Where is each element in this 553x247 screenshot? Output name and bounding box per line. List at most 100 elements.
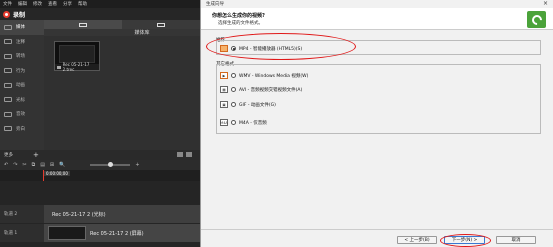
record-label: 录制 <box>13 11 26 19</box>
cut-icon[interactable]: ✂ <box>22 162 26 168</box>
playhead-time: 0:00:00;00 <box>44 171 70 176</box>
paste-icon[interactable]: ▤ <box>40 162 45 168</box>
avi-icon: ▦ <box>220 86 228 93</box>
more-button[interactable]: 更多 <box>4 152 13 158</box>
radio-avi[interactable] <box>231 87 236 92</box>
option-m4a-label: M4A - 仅音频 <box>239 120 267 126</box>
camtasia-editor: 文件 编辑 修改 查看 分享 帮助 录制 媒体 注释 转场 行为 动画 光标 音… <box>0 0 200 247</box>
timeline-clip-screen[interactable]: Rec 05-21-17 2 (屏幕) <box>44 224 200 242</box>
menu-view[interactable]: 查看 <box>48 1 57 7</box>
sidebar-item-animations[interactable]: 动画 <box>0 78 44 93</box>
cancel-button[interactable]: 取消 <box>496 236 536 244</box>
timeline-toolbar: ↶ ↷ ✂ ⧉ ▤ ⊞ 🔍 + <box>0 160 200 170</box>
sidebar-item-behaviors[interactable]: 行为 <box>0 64 44 79</box>
sidebar-item-cursor[interactable]: 光标 <box>0 93 44 108</box>
view-toggle <box>177 152 192 157</box>
timeline: ↶ ↷ ✂ ⧉ ▤ ⊞ 🔍 + 0:00:00;00 轨道 2 Rec 05-2… <box>0 160 200 247</box>
sidebar-item-media[interactable]: 媒体 <box>0 20 44 35</box>
menu-share[interactable]: 分享 <box>63 1 72 7</box>
gif-icon: ▣ <box>220 101 228 108</box>
clip-thumbnail <box>48 226 86 240</box>
film-icon <box>79 22 87 27</box>
wizard-header: 你想怎么生成你的视频? 选择生成的文件格式。 <box>201 8 553 30</box>
microphone-icon <box>4 126 12 132</box>
library-icon <box>157 22 165 27</box>
sidebar-item-label: 音效 <box>16 112 25 118</box>
list-view-icon[interactable] <box>186 152 192 157</box>
menu-help[interactable]: 帮助 <box>78 1 87 7</box>
option-gif[interactable]: ▣ GIF - 动画文件(G) <box>220 101 276 108</box>
audio-icon <box>4 111 12 117</box>
close-icon[interactable]: × <box>543 0 548 7</box>
clip-preview <box>59 45 95 63</box>
sidebar-item-label: 动画 <box>16 83 25 89</box>
option-m4a[interactable]: M4A M4A - 仅音频 <box>220 119 267 126</box>
add-icon[interactable]: + <box>33 151 39 159</box>
clip-label: Rec 05-21-17 2 (屏幕) <box>90 230 144 237</box>
undo-icon[interactable]: ↶ <box>4 162 8 168</box>
menu-modify[interactable]: 修改 <box>33 1 42 7</box>
copy-icon[interactable]: ⧉ <box>32 162 36 168</box>
menu-bar: 文件 编辑 修改 查看 分享 帮助 <box>0 0 200 8</box>
sidebar-item-voice[interactable]: 旁白 <box>0 122 44 137</box>
clip-name: Rec 05-21-17 2.trec <box>62 62 90 72</box>
radio-m4a[interactable] <box>231 120 236 125</box>
option-gif-label: GIF - 动画文件(G) <box>239 102 276 108</box>
record-icon <box>3 10 10 18</box>
radio-gif[interactable] <box>231 102 236 107</box>
option-avi[interactable]: ▦ AVI - 音频视频交错视频文件(A) <box>220 86 302 93</box>
media-clip-thumbnail[interactable]: Rec 05-21-17 2.trec <box>54 41 100 72</box>
sidebar-item-transitions[interactable]: 转场 <box>0 49 44 64</box>
zoom-slider-knob[interactable] <box>108 162 114 167</box>
behavior-icon <box>4 68 12 74</box>
record-button[interactable]: 录制 <box>0 8 200 20</box>
sidebar-footer: 更多 + <box>0 150 200 160</box>
split-icon[interactable]: ⊞ <box>50 162 54 168</box>
option-avi-label: AVI - 音频视频交错视频文件(A) <box>239 87 303 93</box>
sidebar-item-audio[interactable]: 音效 <box>0 107 44 122</box>
sidebar-item-label: 光标 <box>16 97 25 103</box>
zoom-in-icon[interactable]: + <box>135 162 139 168</box>
dialog-title: 生成向导 <box>206 2 224 7</box>
sidebar-item-label: 旁白 <box>16 126 25 132</box>
annotation-oval-next <box>440 234 491 247</box>
track-1: 轨道 1 Rec 05-21-17 2 (屏幕) <box>0 224 200 242</box>
clip-caption: Rec 05-21-17 2.trec <box>55 62 99 72</box>
track-2: 轨道 2 Rec 05-21-17 2 (光标) <box>0 205 200 223</box>
wizard-subtitle: 选择生成的文件格式。 <box>218 21 263 26</box>
dialog-titlebar: 生成向导 × <box>201 0 553 8</box>
grid-view-icon[interactable] <box>177 152 183 157</box>
option-wmv-label: WMV - Windows Media 视频(W) <box>239 73 309 79</box>
tab-media-bin[interactable] <box>44 20 122 29</box>
animation-icon <box>4 82 12 88</box>
zoom-out-icon[interactable]: 🔍 <box>59 162 65 168</box>
redo-icon[interactable]: ↷ <box>13 162 17 168</box>
back-button[interactable]: < 上一步(B) <box>397 236 437 244</box>
timeline-clip-cursor[interactable]: Rec 05-21-17 2 (光标) <box>44 205 200 223</box>
sidebar-item-label: 转场 <box>16 54 25 60</box>
media-tabs <box>44 20 200 29</box>
zoom-slider[interactable] <box>90 162 131 167</box>
menu-file[interactable]: 文件 <box>3 1 12 7</box>
media-library-header: 媒体库 <box>44 29 200 36</box>
option-wmv[interactable]: ▶ WMV - Windows Media 视频(W) <box>220 72 308 79</box>
timeline-ruler[interactable]: 0:00:00;00 <box>0 170 200 181</box>
clip-label: Rec 05-21-17 2 (光标) <box>52 211 106 218</box>
wizard-footer: < 上一步(B) 下一步(N) > 取消 <box>201 229 553 247</box>
track-label: 轨道 1 <box>0 224 44 242</box>
annotation-oval-mp4 <box>206 33 356 60</box>
sidebar-item-label: 行为 <box>16 68 25 74</box>
tab-library[interactable] <box>122 20 200 29</box>
camtasia-logo-icon <box>527 11 546 28</box>
media-icon <box>4 24 12 30</box>
transition-icon <box>4 53 12 59</box>
sidebar-item-annotations[interactable]: 注释 <box>0 35 44 50</box>
menu-edit[interactable]: 编辑 <box>18 1 27 7</box>
annotation-icon <box>4 39 12 45</box>
tools-sidebar: 媒体 注释 转场 行为 动画 光标 音效 旁白 <box>0 20 44 150</box>
radio-wmv[interactable] <box>231 73 236 78</box>
m4a-icon: M4A <box>220 119 228 126</box>
wmv-icon: ▶ <box>220 72 228 79</box>
sidebar-item-label: 注释 <box>16 39 25 45</box>
media-panel: 媒体库 Rec 05-21-17 2.trec <box>44 20 200 150</box>
